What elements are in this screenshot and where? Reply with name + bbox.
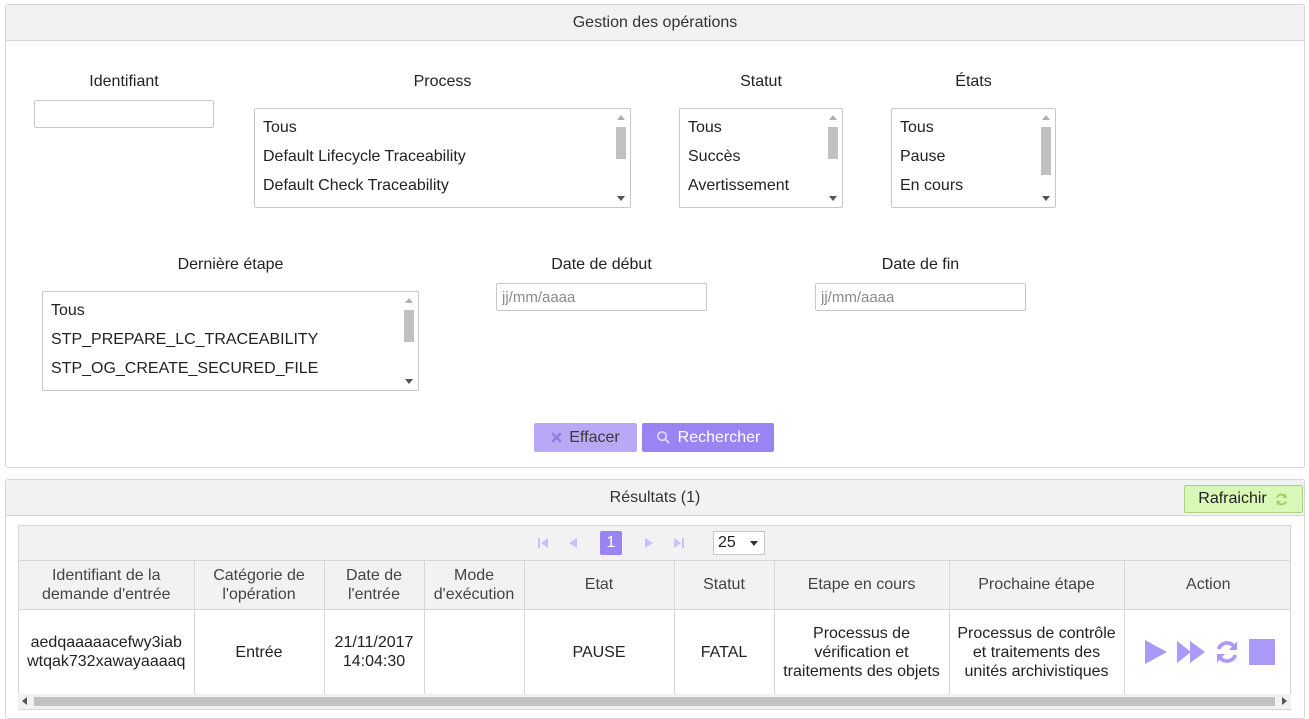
states-option[interactable]: Pause xyxy=(900,148,945,166)
last-step-option[interactable]: STP_OG_CREATE_SECURED_FILE xyxy=(51,360,318,378)
results-grid: Identifiant de la demande d'entrée Catég… xyxy=(19,561,1290,695)
cell-next-step: Processus de contrôle et traitements des… xyxy=(949,609,1125,695)
horizontal-scrollbar[interactable] xyxy=(18,694,1291,709)
column-header[interactable]: Prochaine étape xyxy=(949,561,1125,610)
last-page-icon[interactable] xyxy=(668,531,690,555)
cell-current-step: Processus de vérification et traitements… xyxy=(774,609,950,695)
states-label: États xyxy=(955,73,992,90)
page-size-value: 25 xyxy=(718,534,736,551)
states-option[interactable]: Tous xyxy=(900,119,934,137)
last-step-listbox[interactable]: Tous STP_PREPARE_LC_TRACEABILITY STP_OG_… xyxy=(42,291,419,391)
states-scrollbar[interactable] xyxy=(1039,113,1052,203)
end-date-input[interactable] xyxy=(815,283,1026,311)
process-scrollbar[interactable] xyxy=(614,113,627,203)
status-option[interactable]: Tous xyxy=(688,119,722,137)
column-header[interactable]: Etat xyxy=(524,561,675,610)
table-row[interactable]: aedqaaaaacefwy3iabwtqak732xawayaaaaq Ent… xyxy=(19,609,1290,695)
results-title: Résultats (1) xyxy=(6,480,1304,516)
cell-mode xyxy=(424,609,525,695)
process-option[interactable]: Default Check Traceability xyxy=(263,177,449,195)
clear-icon xyxy=(551,432,563,443)
status-option[interactable]: Succès xyxy=(688,148,740,166)
cell-status: FATAL xyxy=(674,609,775,695)
column-header[interactable]: Date de l'entrée xyxy=(324,561,425,610)
identifier-input[interactable] xyxy=(34,100,214,128)
refresh-button-label: Rafraichir xyxy=(1198,490,1267,507)
process-label: Process xyxy=(413,73,472,90)
next-page-icon[interactable] xyxy=(638,531,660,555)
last-step-scrollbar[interactable] xyxy=(402,296,415,386)
results-table: 1 25 Identifiant de la demande d'entrée … xyxy=(18,525,1291,710)
chevron-down-icon xyxy=(750,541,758,546)
column-header[interactable]: Catégorie de l'opération xyxy=(194,561,325,610)
clear-button[interactable]: Effacer xyxy=(534,423,637,452)
search-icon xyxy=(656,430,670,444)
end-date-label: Date de fin xyxy=(881,256,960,273)
column-header: Action xyxy=(1124,561,1290,610)
scroll-right-icon[interactable] xyxy=(1282,697,1287,705)
cell-date: 21/11/2017 14:04:30 xyxy=(324,609,425,695)
last-step-option[interactable]: STP_PREPARE_LC_TRACEABILITY xyxy=(51,331,318,349)
cell-state: PAUSE xyxy=(524,609,675,695)
cell-category: Entrée xyxy=(194,609,325,695)
states-listbox[interactable]: Tous Pause En cours xyxy=(891,108,1056,208)
clear-button-label: Effacer xyxy=(569,428,620,446)
start-date-input[interactable] xyxy=(496,283,707,311)
search-button[interactable]: Rechercher xyxy=(642,423,774,452)
last-step-label: Dernière étape xyxy=(177,256,284,273)
paginator: 1 25 xyxy=(19,526,1290,561)
scroll-left-icon[interactable] xyxy=(22,697,27,705)
table-header-row: Identifiant de la demande d'entrée Catég… xyxy=(19,561,1290,610)
search-button-label: Rechercher xyxy=(677,428,761,446)
stop-icon[interactable] xyxy=(1248,638,1276,666)
process-option[interactable]: Tous xyxy=(263,119,297,137)
column-header[interactable]: Statut xyxy=(674,561,775,610)
current-page-button[interactable]: 1 xyxy=(600,531,622,555)
cell-actions xyxy=(1124,609,1290,695)
column-header[interactable]: Mode d'exécution xyxy=(424,561,525,610)
search-panel-title: Gestion des opérations xyxy=(6,5,1304,41)
status-label: Statut xyxy=(740,73,782,90)
first-page-icon[interactable] xyxy=(532,531,554,555)
process-listbox[interactable]: Tous Default Lifecycle Traceability Defa… xyxy=(254,108,631,208)
prev-page-icon[interactable] xyxy=(562,531,584,555)
scrollbar-thumb[interactable] xyxy=(34,697,1275,706)
cell-request-id: aedqaaaaacefwy3iabwtqak732xawayaaaaq xyxy=(19,609,195,695)
status-option[interactable]: Avertissement xyxy=(688,177,789,195)
column-header[interactable]: Identifiant de la demande d'entrée xyxy=(19,561,195,610)
identifier-label: Identifiant xyxy=(89,73,159,90)
last-step-option[interactable]: Tous xyxy=(51,302,85,320)
fast-forward-icon[interactable] xyxy=(1176,638,1206,666)
status-scrollbar[interactable] xyxy=(826,113,839,203)
play-icon[interactable] xyxy=(1141,638,1169,666)
refresh-icon xyxy=(1275,492,1287,506)
start-date-label: Date de début xyxy=(551,256,652,273)
process-option[interactable]: Default Lifecycle Traceability xyxy=(263,148,466,166)
replay-icon[interactable] xyxy=(1213,638,1241,666)
refresh-button[interactable]: Rafraichir xyxy=(1184,485,1303,513)
column-header[interactable]: Etape en cours xyxy=(774,561,950,610)
status-listbox[interactable]: Tous Succès Avertissement xyxy=(679,108,843,208)
states-option[interactable]: En cours xyxy=(900,177,963,195)
page-size-select[interactable]: 25 xyxy=(713,531,765,555)
